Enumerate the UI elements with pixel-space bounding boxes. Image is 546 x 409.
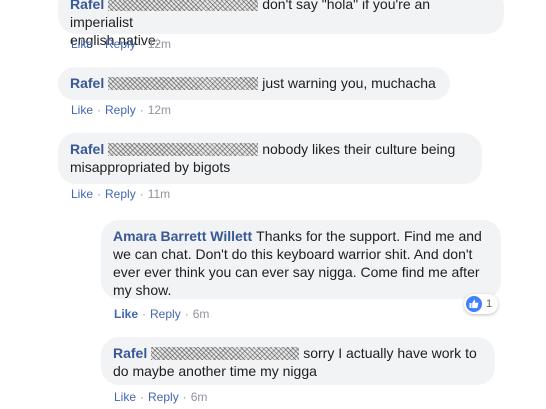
comment-bubble: Rafel nobody likes their culture being mi…	[58, 133, 482, 184]
timestamp[interactable]: 6m	[191, 390, 208, 404]
reply-author[interactable]: Rafel	[113, 345, 147, 361]
comment-author[interactable]: Rafel	[70, 141, 104, 157]
reply-link[interactable]: Reply	[150, 307, 181, 321]
like-link[interactable]: Like	[114, 390, 136, 404]
timestamp[interactable]: 12m	[148, 37, 171, 51]
reply-author[interactable]: Amara Barrett Willett	[113, 228, 252, 244]
like-thumb-icon	[466, 296, 482, 312]
comment-text: nobody likes their culture being	[262, 141, 456, 157]
comment-author[interactable]: Rafel	[70, 0, 104, 12]
comment-actions: Like · Reply · 12m	[71, 103, 171, 117]
reply-actions: Like · Reply · 6m	[114, 307, 209, 321]
reply-text-cont: do maybe another time my nigga	[113, 363, 317, 379]
reply-link[interactable]: Reply	[105, 187, 136, 201]
timestamp[interactable]: 6m	[193, 307, 210, 321]
separator-dot: ·	[139, 187, 144, 201]
reply-link[interactable]: Reply	[105, 37, 136, 51]
redacted-name	[108, 143, 259, 156]
reaction-count: 1	[486, 298, 493, 310]
redacted-name	[108, 77, 259, 90]
like-link[interactable]: Like	[71, 187, 93, 201]
like-link[interactable]: Like	[114, 307, 138, 321]
reply-link[interactable]: Reply	[105, 103, 136, 117]
separator-dot: ·	[182, 390, 187, 404]
comment-bubble: Rafel just warning you, muchacha	[58, 67, 450, 100]
reply-bubble: Rafel sorry I actually have work to do ma…	[101, 337, 495, 385]
reply-actions: Like · Reply · 6m	[114, 390, 207, 404]
separator-dot: ·	[139, 103, 144, 117]
timestamp[interactable]: 11m	[148, 187, 170, 201]
comment-actions: Like · Reply · 12m	[71, 37, 171, 51]
comment-bubble: Rafel don't say "hola" if you're an imper…	[58, 0, 504, 48]
separator-dot: ·	[97, 103, 102, 117]
separator-dot: ·	[97, 187, 102, 201]
comment-actions: Like · Reply · 11m	[71, 187, 170, 201]
separator-dot: ·	[140, 390, 145, 404]
comment-text-cont: misappropriated by bigots	[70, 159, 231, 175]
redacted-name	[108, 0, 259, 11]
comment-author[interactable]: Rafel	[70, 75, 104, 91]
reply-link[interactable]: Reply	[148, 390, 179, 404]
redacted-name	[151, 347, 300, 360]
like-link[interactable]: Like	[71, 103, 93, 117]
comment-text: just warning you, muchacha	[262, 75, 436, 91]
reply-text: sorry I actually have work to	[303, 345, 477, 361]
separator-dot: ·	[139, 37, 144, 51]
reaction-badge[interactable]: 1	[464, 294, 499, 314]
like-link[interactable]: Like	[71, 37, 93, 51]
separator-dot: ·	[142, 307, 147, 321]
reply-bubble: Amara Barrett Willett Thanks for the supp…	[101, 220, 501, 299]
timestamp[interactable]: 12m	[148, 103, 171, 117]
separator-dot: ·	[184, 307, 189, 321]
separator-dot: ·	[97, 37, 102, 51]
